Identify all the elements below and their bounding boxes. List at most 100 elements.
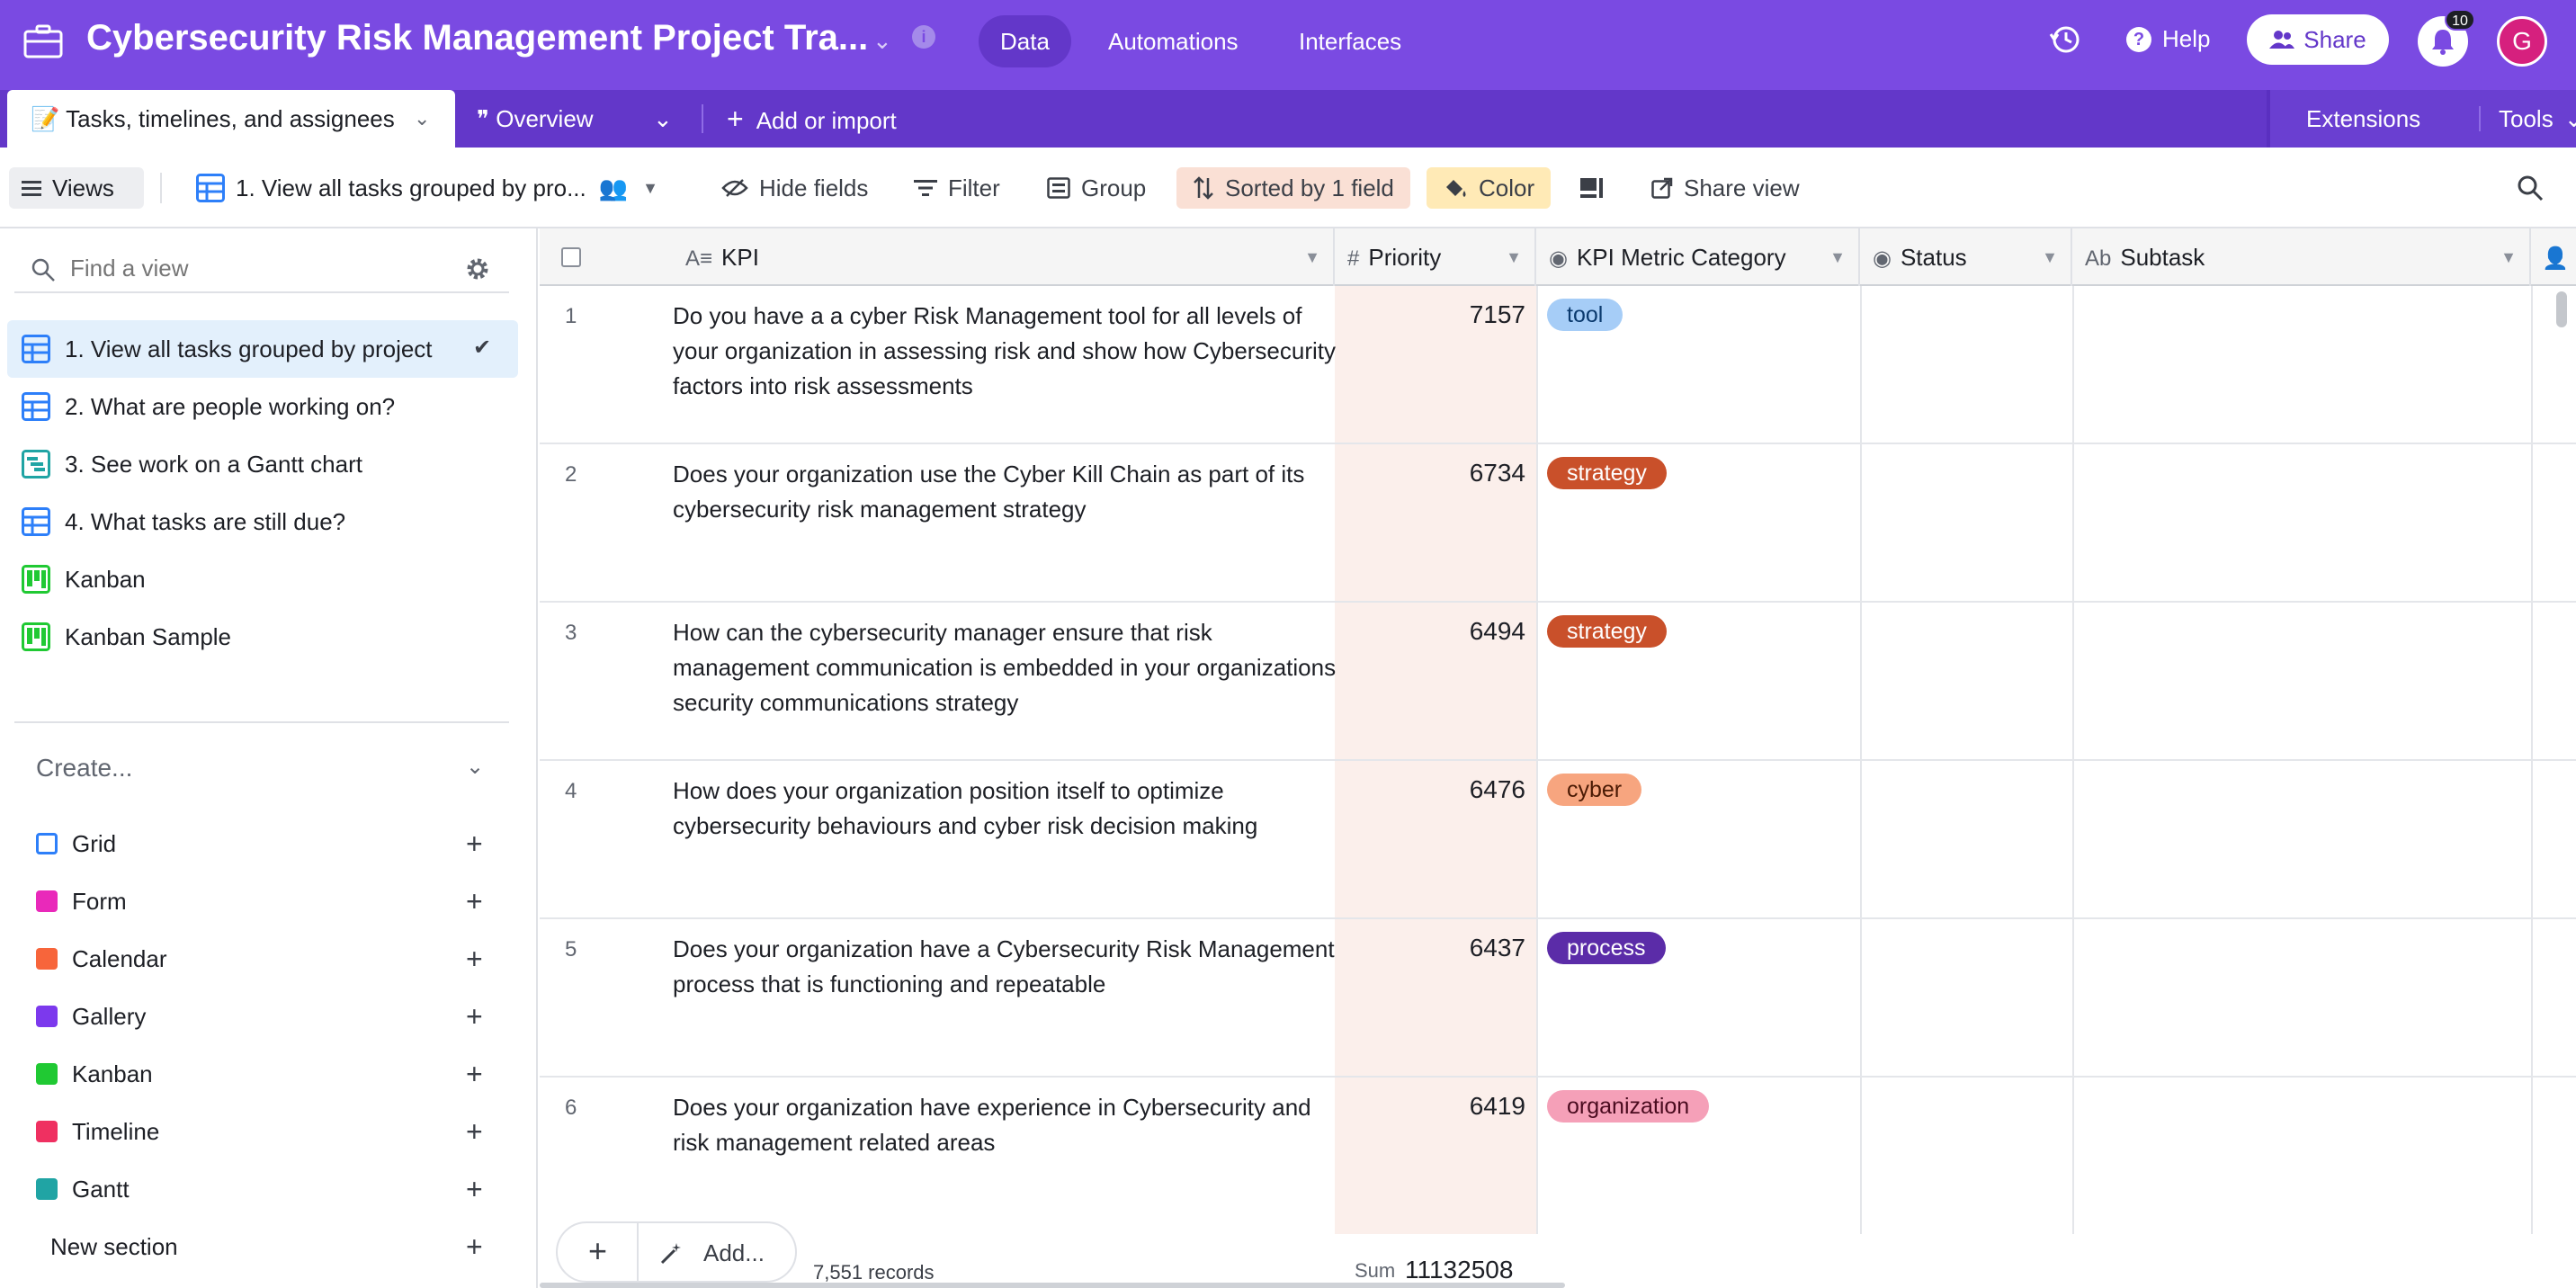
tab-overview[interactable]: ❞ Overview — [477, 90, 594, 148]
chevron-down-icon[interactable]: ▼ — [1829, 228, 1846, 286]
column-header-kpi-metric-category[interactable]: ◉ KPI Metric Category ▼ — [1536, 228, 1860, 286]
kpi-cell[interactable]: Does your organization have a Cybersecur… — [673, 932, 1338, 1002]
create-form[interactable]: Form + — [36, 878, 504, 925]
plus-icon: + — [466, 942, 483, 975]
chevron-down-icon: ⌄ — [2563, 105, 2576, 132]
add-button-label[interactable]: Add... — [703, 1239, 765, 1267]
chevron-down-icon[interactable]: ⌄ — [872, 27, 892, 55]
select-all-checkbox[interactable] — [561, 247, 581, 267]
column-header-subtask[interactable]: Ab Subtask ▼ — [2072, 228, 2531, 286]
category-tag[interactable]: cyber — [1547, 774, 1642, 806]
priority-cell[interactable]: 6494 — [1335, 617, 1525, 646]
group-button[interactable]: Group — [1047, 167, 1146, 209]
table-row[interactable]: 6 Does your organization have experience… — [540, 1078, 2576, 1236]
column-header-assignee[interactable]: 👤 — [2531, 228, 2576, 286]
create-grid[interactable]: Grid + — [36, 820, 504, 867]
create-kanban[interactable]: Kanban + — [36, 1051, 504, 1097]
create-timeline[interactable]: Timeline + — [36, 1108, 504, 1155]
create-calendar[interactable]: Calendar + — [36, 935, 504, 982]
share-button[interactable]: Share — [2247, 14, 2389, 65]
magic-wand-icon[interactable] — [658, 1241, 684, 1266]
chevron-down-icon[interactable]: ⌄ — [466, 754, 484, 780]
chevron-down-icon[interactable]: ▼ — [1304, 228, 1320, 286]
sidebar-view-1[interactable]: 1. View all tasks grouped by project ✔ — [7, 320, 518, 378]
gear-icon[interactable] — [464, 255, 491, 282]
share-view-button[interactable]: Share view — [1651, 167, 1800, 209]
filter-button[interactable]: Filter — [914, 167, 1000, 209]
new-section-button[interactable]: New section + — [50, 1223, 504, 1270]
nav-data[interactable]: Data — [979, 15, 1071, 67]
tab-tasks-timelines-assignees[interactable]: 📝 Tasks, timelines, and assignees ⌄ — [7, 90, 455, 148]
color-button[interactable]: Color — [1427, 167, 1552, 209]
user-avatar[interactable]: G — [2497, 16, 2547, 67]
chevron-down-icon[interactable]: ▼ — [2042, 228, 2058, 286]
bell-icon — [2432, 30, 2454, 55]
chevron-down-icon[interactable]: ⌄ — [653, 90, 673, 148]
table-row[interactable]: 1 Do you have a a cyber Risk Management … — [540, 286, 2576, 444]
table-row[interactable]: 3 How can the cybersecurity manager ensu… — [540, 603, 2576, 761]
divider — [14, 721, 509, 723]
base-title[interactable]: Cybersecurity Risk Management Project Tr… — [86, 18, 868, 58]
kpi-cell[interactable]: How does your organization position itse… — [673, 774, 1338, 844]
info-icon[interactable]: i — [912, 25, 935, 49]
category-tag[interactable]: process — [1547, 932, 1666, 964]
kpi-cell[interactable]: Does your organization have experience i… — [673, 1090, 1338, 1160]
priority-cell[interactable]: 6437 — [1335, 934, 1525, 962]
table-row[interactable]: 5 Does your organization have a Cybersec… — [540, 919, 2576, 1078]
briefcase-icon[interactable] — [23, 23, 63, 59]
plus-icon: + — [466, 827, 483, 860]
create-section-label[interactable]: Create... — [36, 754, 132, 783]
hide-fields-button[interactable]: Hide fields — [721, 167, 868, 209]
column-header-status[interactable]: ◉ Status ▼ — [1860, 228, 2072, 286]
sum-label[interactable]: Sum — [1355, 1259, 1395, 1283]
column-header-priority[interactable]: # Priority ▼ — [1335, 228, 1536, 286]
sidebar-view-3[interactable]: 3. See work on a Gantt chart — [7, 435, 518, 493]
category-tag[interactable]: organization — [1547, 1090, 1710, 1123]
extensions-button[interactable]: Extensions — [2306, 90, 2420, 148]
category-tag[interactable]: tool — [1547, 299, 1623, 331]
table-row[interactable]: 2 Does your organization use the Cyber K… — [540, 444, 2576, 603]
kpi-cell[interactable]: Do you have a a cyber Risk Management to… — [673, 299, 1338, 404]
priority-cell[interactable]: 6419 — [1335, 1092, 1525, 1121]
nav-automations[interactable]: Automations — [1087, 15, 1260, 67]
nav-interfaces[interactable]: Interfaces — [1277, 15, 1423, 67]
priority-cell[interactable]: 6734 — [1335, 459, 1525, 487]
views-sidebar: 1. View all tasks grouped by project ✔ 2… — [0, 228, 538, 1288]
find-view-input[interactable] — [70, 250, 448, 286]
chevron-down-icon[interactable]: ⌄ — [414, 90, 430, 148]
current-view-selector[interactable]: 1. View all tasks grouped by pro... 👥 ▼ — [196, 167, 658, 209]
row-height-button[interactable] — [1579, 167, 1605, 209]
views-toggle-button[interactable]: Views — [9, 167, 144, 209]
kpi-cell[interactable]: How can the cybersecurity manager ensure… — [673, 615, 1338, 720]
sort-button[interactable]: Sorted by 1 field — [1176, 167, 1410, 209]
memo-icon: 📝 — [31, 105, 67, 132]
sidebar-view-kanban-sample[interactable]: Kanban Sample — [7, 608, 518, 666]
sort-arrows-icon — [1194, 176, 1213, 200]
category-tag[interactable]: strategy — [1547, 457, 1667, 489]
category-tag[interactable]: strategy — [1547, 615, 1667, 648]
history-icon[interactable] — [2049, 23, 2081, 56]
sidebar-view-4[interactable]: 4. What tasks are still due? — [7, 493, 518, 550]
horizontal-scrollbar[interactable] — [540, 1283, 1565, 1288]
timeline-icon — [36, 1121, 58, 1142]
kpi-cell[interactable]: Does your organization use the Cyber Kil… — [673, 457, 1338, 527]
chevron-down-icon[interactable]: ▼ — [2500, 228, 2517, 286]
chevron-down-icon: ▼ — [642, 179, 658, 197]
priority-cell[interactable]: 7157 — [1335, 300, 1525, 329]
add-record-button[interactable]: + — [588, 1232, 607, 1270]
sidebar-view-kanban[interactable]: Kanban — [7, 550, 518, 608]
help-button[interactable]: ? Help — [2126, 25, 2210, 53]
priority-cell[interactable]: 6476 — [1335, 775, 1525, 804]
tools-button[interactable]: Tools ⌄ — [2499, 90, 2576, 148]
table-row[interactable]: 4 How does your organization position it… — [540, 761, 2576, 919]
create-gantt[interactable]: Gantt + — [36, 1166, 504, 1212]
vertical-scrollbar[interactable] — [2556, 291, 2567, 327]
create-gallery[interactable]: Gallery + — [36, 993, 504, 1040]
sidebar-view-2[interactable]: 2. What are people working on? — [7, 378, 518, 435]
chevron-down-icon[interactable]: ▼ — [1506, 228, 1522, 286]
plus-icon: + — [466, 884, 483, 917]
add-or-import-button[interactable]: + Add or import — [727, 90, 897, 148]
search-icon[interactable] — [2517, 174, 2544, 201]
column-header-kpi[interactable]: A≡ KPI ▼ — [673, 228, 1335, 286]
row-number: 4 — [565, 779, 577, 803]
